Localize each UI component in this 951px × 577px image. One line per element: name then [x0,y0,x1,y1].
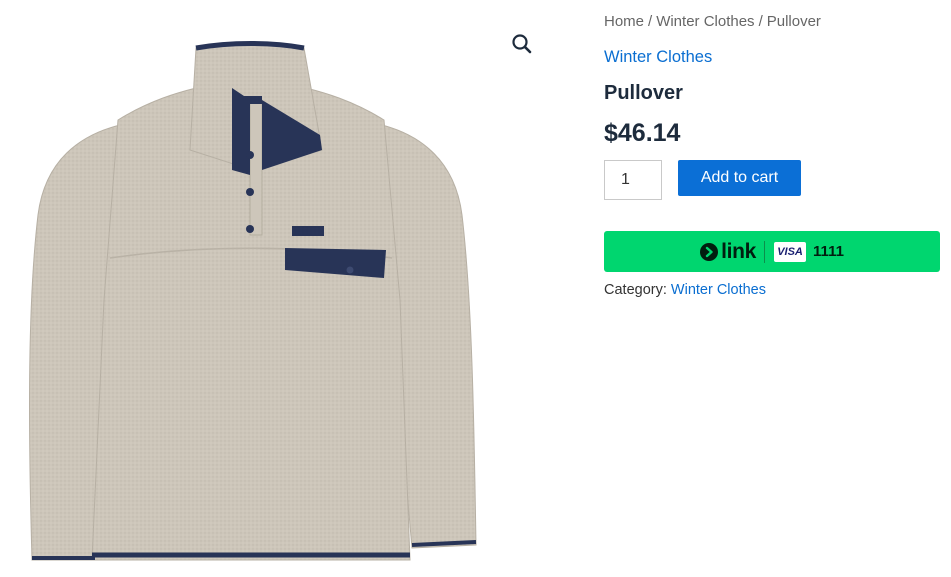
link-logo: link [700,240,756,264]
breadcrumb: Home / Winter Clothes / Pullover [604,13,821,30]
link-arrow-icon [700,242,719,261]
product-title: Pullover [604,82,683,104]
add-to-cart-button[interactable]: Add to cart [678,160,801,196]
product-image[interactable] [0,0,560,577]
breadcrumb-current: Pullover [766,13,821,30]
product-summary: Home / Winter Clothes / Pullover Winter Clot… [604,0,944,577]
magnifier-icon [512,34,532,54]
breadcrumb-separator: / [648,13,653,30]
product-price: $46.14 [604,119,681,147]
quantity-input[interactable] [604,160,662,200]
link-pay-button[interactable]: link VISA 1111 [604,231,940,272]
zoom-button[interactable] [508,30,536,58]
breadcrumb-separator: / [758,13,763,30]
product-category-link[interactable]: Winter Clothes [604,48,712,67]
product-meta: Category: Winter Clothes [604,282,766,298]
product-gallery [0,0,560,577]
breadcrumb-home[interactable]: Home [604,13,644,30]
category-label: Category: [604,282,667,298]
link-divider [764,240,766,263]
visa-card-icon: VISA [774,241,807,262]
link-wordmark: link [721,239,757,263]
meta-category-link[interactable]: Winter Clothes [671,282,766,298]
breadcrumb-category[interactable]: Winter Clothes [656,13,754,30]
card-last4: 1111 [813,243,844,260]
